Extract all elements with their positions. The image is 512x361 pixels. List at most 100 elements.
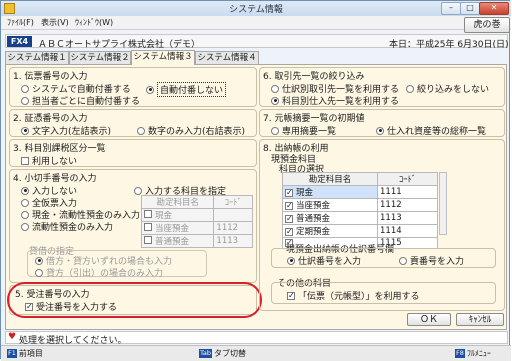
ledger-dedicated-radio[interactable]: 専用摘要一覧 [271, 124, 336, 137]
tab-switch-button[interactable]: Tab タブ切替 [199, 348, 246, 359]
heart-icon: ♥ [8, 332, 17, 342]
column-header: ｺｰﾄﾞ [377, 172, 438, 186]
checkbox-indicator [21, 156, 29, 165]
minimize-button[interactable]: – [441, 2, 461, 15]
menu-window[interactable]: ｳｨﾝﾄﾞｳ(W) [75, 17, 113, 28]
f1-key: F1 [7, 349, 17, 358]
partner-account-radio[interactable]: 科目別仕入先一覧を利用する [271, 94, 399, 107]
partner-filter-title: 6. 取引先一覧の絞り込み [263, 72, 365, 82]
function-key-bar: F1 前項目 Tab タブ切替 F8 ﾌﾙﾒﾆｭｰ [1, 345, 511, 361]
option-label: 文字入力(左詰表示) [32, 127, 112, 137]
table-row[interactable]: ✓ 現金 1111 [282, 185, 438, 199]
cash-account-table: 勘定科目名 ｺｰﾄﾞ ✓ 現金 1111 ✓ 当座預金 1112 ✓ 普通預金 1113 ✓ 定… [282, 172, 438, 249]
today-date: 本日：平成25年 6月30日(日) [389, 40, 509, 50]
option-label: 科目別仕入先一覧を利用する [282, 97, 400, 107]
table-row[interactable]: ✓ 定期預金 1114 [282, 224, 438, 238]
table-row: 現金 [140, 208, 253, 222]
close-button[interactable]: ✕ [479, 2, 509, 15]
tax-category-title: 3. 科目別課税区分一覧 [13, 144, 106, 154]
table-row[interactable]: ✓ 当座預金 1112 [282, 198, 438, 212]
option-label: 「伝票（元帳型）」を利用する [298, 292, 420, 302]
tax-category-checkbox[interactable]: 利用しない [21, 154, 77, 167]
option-label: 貢番号を入力 [410, 257, 465, 267]
table-row: 普通預金 1113 [140, 234, 253, 248]
table-row: 当座預金 1112 [140, 221, 253, 235]
row-checkbox[interactable]: ✓ [285, 228, 293, 236]
option-label: 数字のみ入力(右詰表示) [148, 127, 246, 137]
slip-auto-per-staff-radio[interactable]: 担当者ごとに自動付番する [21, 94, 140, 107]
voucher-ledger-checkbox[interactable]: ✓ 「伝票（元帳型）」を利用する [287, 289, 420, 302]
column-header: 勘定科目名 [282, 172, 378, 186]
radio-indicator [137, 126, 145, 135]
radio-indicator [21, 96, 29, 105]
voucher-number-title: 2. 証憑番号の入力 [13, 114, 88, 124]
product-badge: FX4 [7, 36, 32, 47]
slip-no-auto-radio[interactable]: 自動付番しない [146, 82, 227, 97]
app-window: システム情報 – □ ✕ ﾌｧｲﾙ(F) 表示(V) ｳｨﾝﾄﾞｳ(W) 虎の巻… [0, 0, 511, 361]
ok-button[interactable]: ＯＫ [407, 313, 451, 326]
column-header: ｺｰﾄﾞ [213, 195, 253, 209]
f1-prev-field-button[interactable]: F1 前項目 [7, 348, 43, 359]
status-bar: ♥ 処理を選択してください。 [5, 331, 508, 346]
row-checkbox[interactable]: ✓ [285, 189, 293, 197]
menu-bar: ﾌｧｲﾙ(F) 表示(V) ｳｨﾝﾄﾞｳ(W) [1, 16, 511, 30]
option-label: 流動性預金のみ入力 [32, 223, 114, 233]
radio-indicator [35, 268, 43, 277]
option-label: 仕訳番号を入力 [298, 257, 362, 267]
option-label: 絞り込みをしない [417, 85, 490, 95]
radio-indicator [146, 85, 154, 94]
radio-indicator [21, 198, 29, 207]
page-number-radio[interactable]: 貢番号を入力 [399, 254, 464, 267]
column-header: 勘定科目名 [140, 195, 215, 209]
title-bar: システム情報 – □ ✕ [1, 1, 511, 17]
cancel-button[interactable]: ｷｬﾝｾﾙ [456, 313, 504, 326]
radio-indicator [21, 222, 29, 231]
checkbox-indicator: ✓ [287, 290, 295, 300]
tab-system-info-2[interactable]: システム情報２ [69, 51, 131, 64]
ledger-summary-title: 7. 元帳摘要一覧の初期値 [263, 114, 365, 124]
option-label: 仕入れ資産等の総称一覧 [387, 127, 487, 137]
radio-indicator [21, 84, 29, 93]
scrollbar[interactable] [439, 172, 447, 235]
menu-view[interactable]: 表示(V) [41, 17, 69, 28]
radio-indicator [271, 84, 279, 93]
row-checkbox[interactable]: ✓ [285, 202, 293, 210]
check-account-table: 勘定科目名 ｺｰﾄﾞ 現金 当座預金 1112 普通預金 1113 [140, 195, 253, 248]
radio-indicator [399, 256, 407, 265]
ledger-asset-radio[interactable]: 仕入れ資産等の総称一覧 [376, 124, 486, 137]
f1-label: 前項目 [18, 349, 43, 358]
radio-indicator [21, 186, 29, 195]
tab-system-info-3[interactable]: システム情報３ [131, 50, 195, 65]
tab-system-info-4[interactable]: システム情報４ [195, 51, 259, 64]
radio-indicator [406, 84, 414, 93]
f8-full-menu-button[interactable]: F8 ﾌﾙﾒﾆｭｰ [455, 348, 491, 359]
maximize-button[interactable]: □ [460, 2, 480, 15]
voucher-numeric-radio[interactable]: 数字のみ入力(右詰表示) [137, 124, 245, 137]
tab-label: タブ切替 [214, 349, 247, 358]
check-liquid-radio[interactable]: 流動性預金のみ入力 [21, 220, 113, 233]
window-title: システム情報 [229, 5, 283, 15]
option-label: 担当者ごとに自動付番する [32, 97, 141, 107]
row-checkbox[interactable]: ✓ [285, 215, 293, 223]
highlight-ellipse [7, 282, 262, 318]
menu-file[interactable]: ﾌｧｲﾙ(F) [7, 17, 34, 28]
option-label: 貸方（引出）の場合のみ入力 [46, 269, 164, 279]
radio-indicator [271, 96, 279, 105]
row-checkbox [144, 223, 152, 231]
f8-key: F8 [455, 349, 465, 358]
partner-no-filter-radio[interactable]: 絞り込みをしない [406, 82, 489, 95]
journal-number-radio[interactable]: 仕訳番号を入力 [287, 254, 361, 267]
company-name: ＡＢＣオートサプライ株式会社（デモ） [38, 40, 201, 50]
voucher-text-radio[interactable]: 文字入力(左詰表示) [21, 124, 111, 137]
tab-key: Tab [199, 349, 213, 358]
tab-system-info-1[interactable]: システム情報１ [5, 51, 69, 64]
radio-indicator [376, 126, 384, 135]
table-row[interactable]: ✓ 普通預金 1113 [282, 211, 438, 225]
credit-only-radio[interactable]: 貸方（引出）の場合のみ入力 [35, 266, 163, 279]
radio-indicator [134, 186, 142, 195]
option-label: 利用しない [32, 157, 78, 167]
option-label: 専用摘要一覧 [282, 127, 337, 137]
row-checkbox [144, 210, 152, 218]
return-button[interactable]: 虎の巻 [464, 17, 510, 33]
option-label: 自動付番しない [157, 82, 227, 97]
